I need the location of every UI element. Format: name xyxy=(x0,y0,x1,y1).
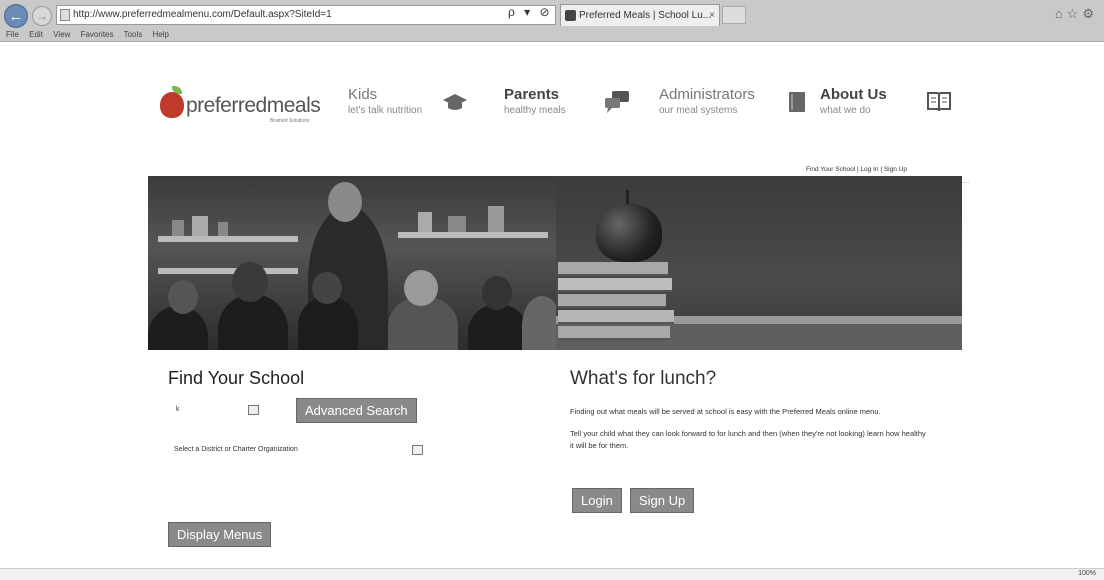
nav-parents-title: Parents xyxy=(504,86,560,103)
nav-administrators-title: Administrators xyxy=(659,86,755,103)
menu-bar: File Edit View Favorites Tools Help xyxy=(0,28,1104,42)
search-dropdown-icon[interactable] xyxy=(248,405,259,415)
preferred-meals-logo[interactable]: preferredmeals Bramed Solutions xyxy=(150,86,335,136)
new-tab-button[interactable] xyxy=(722,6,746,24)
nav-kids-subtitle: let's talk nutrition xyxy=(348,105,423,116)
status-bar: 100% xyxy=(0,568,1104,580)
browser-window: ← → http://www.preferredmealmenu.com/Def… xyxy=(0,0,1104,580)
tab-title: Preferred Meals | School Lu... xyxy=(579,10,712,21)
menu-view[interactable]: View xyxy=(53,30,70,39)
book-icon xyxy=(789,92,805,112)
nav-about-us-title: About Us xyxy=(820,86,887,103)
top-utility-links[interactable]: Find Your School | Log In | Sign Up xyxy=(806,166,907,173)
chat-bubbles-icon xyxy=(605,91,629,113)
advanced-search-button[interactable]: Advanced Search xyxy=(296,398,417,423)
nav-kids[interactable]: Kids let's talk nutrition xyxy=(348,86,422,126)
window-icons[interactable]: ⌂☆⚙ xyxy=(1055,6,1098,22)
site-header: preferredmeals Bramed Solutions Kids let… xyxy=(150,78,970,183)
menu-file[interactable]: File xyxy=(6,30,19,39)
site-favicon-icon xyxy=(565,10,576,21)
zoom-level[interactable]: 100% xyxy=(1078,570,1096,577)
apple-photo xyxy=(596,204,662,262)
web-page: preferredmeals Bramed Solutions Kids let… xyxy=(0,42,1104,568)
nav-about-us[interactable]: About Us what we do xyxy=(820,86,887,126)
classroom-photo xyxy=(148,176,556,350)
tab-close-icon[interactable]: × xyxy=(709,5,715,26)
browser-tab[interactable]: Preferred Meals | School Lu... × xyxy=(560,4,720,26)
nav-about-us-subtitle: what we do xyxy=(820,105,871,116)
nav-administrators-subtitle: our meal systems xyxy=(659,105,738,116)
whats-for-lunch-section: What's for lunch? Finding out what meals… xyxy=(570,368,970,513)
back-arrow-icon[interactable]: ← xyxy=(4,4,28,28)
nav-parents[interactable]: Parents healthy meals xyxy=(504,86,566,126)
display-menus-button[interactable]: Display Menus xyxy=(168,522,272,547)
open-book-icon xyxy=(927,92,951,112)
graduation-cap-icon xyxy=(443,94,467,110)
menu-help[interactable]: Help xyxy=(153,30,169,39)
district-select[interactable]: Select a District or Charter Organizatio… xyxy=(174,446,298,453)
apple-logo-icon xyxy=(160,92,184,118)
lunch-paragraph-1: Finding out what meals will be served at… xyxy=(570,407,881,416)
nav-administrators[interactable]: Administrators our meal systems xyxy=(659,86,755,126)
lunch-paragraph-2: Tell your child what they can look forwa… xyxy=(570,429,926,450)
hero-banner xyxy=(148,176,962,350)
lunch-title: What's for lunch? xyxy=(570,368,717,389)
page-icon xyxy=(60,9,70,21)
school-search-field[interactable]: k xyxy=(176,406,180,413)
address-bar[interactable]: http://www.preferredmealmenu.com/Default… xyxy=(56,5,556,25)
book-stack xyxy=(558,262,676,346)
forward-arrow-icon[interactable]: → xyxy=(32,6,52,26)
nav-kids-title: Kids xyxy=(348,86,378,103)
menu-tools[interactable]: Tools xyxy=(124,30,143,39)
browser-titlebar: ← → http://www.preferredmealmenu.com/Def… xyxy=(0,0,1104,42)
address-url: http://www.preferredmealmenu.com/Default… xyxy=(73,9,332,20)
logo-wordmark: preferredmeals xyxy=(186,94,321,117)
apple-on-books-photo xyxy=(556,176,962,350)
logo-subtitle: Bramed Solutions xyxy=(270,118,310,124)
district-dropdown-icon[interactable] xyxy=(412,445,423,455)
login-button[interactable]: Login xyxy=(572,488,622,513)
menu-favorites[interactable]: Favorites xyxy=(81,30,114,39)
menu-edit[interactable]: Edit xyxy=(29,30,43,39)
nav-parents-subtitle: healthy meals xyxy=(504,105,566,116)
sign-up-button[interactable]: Sign Up xyxy=(630,488,695,513)
find-school-section: Find Your School k Advanced Search Selec… xyxy=(168,368,468,547)
find-school-title: Find Your School xyxy=(168,368,305,388)
